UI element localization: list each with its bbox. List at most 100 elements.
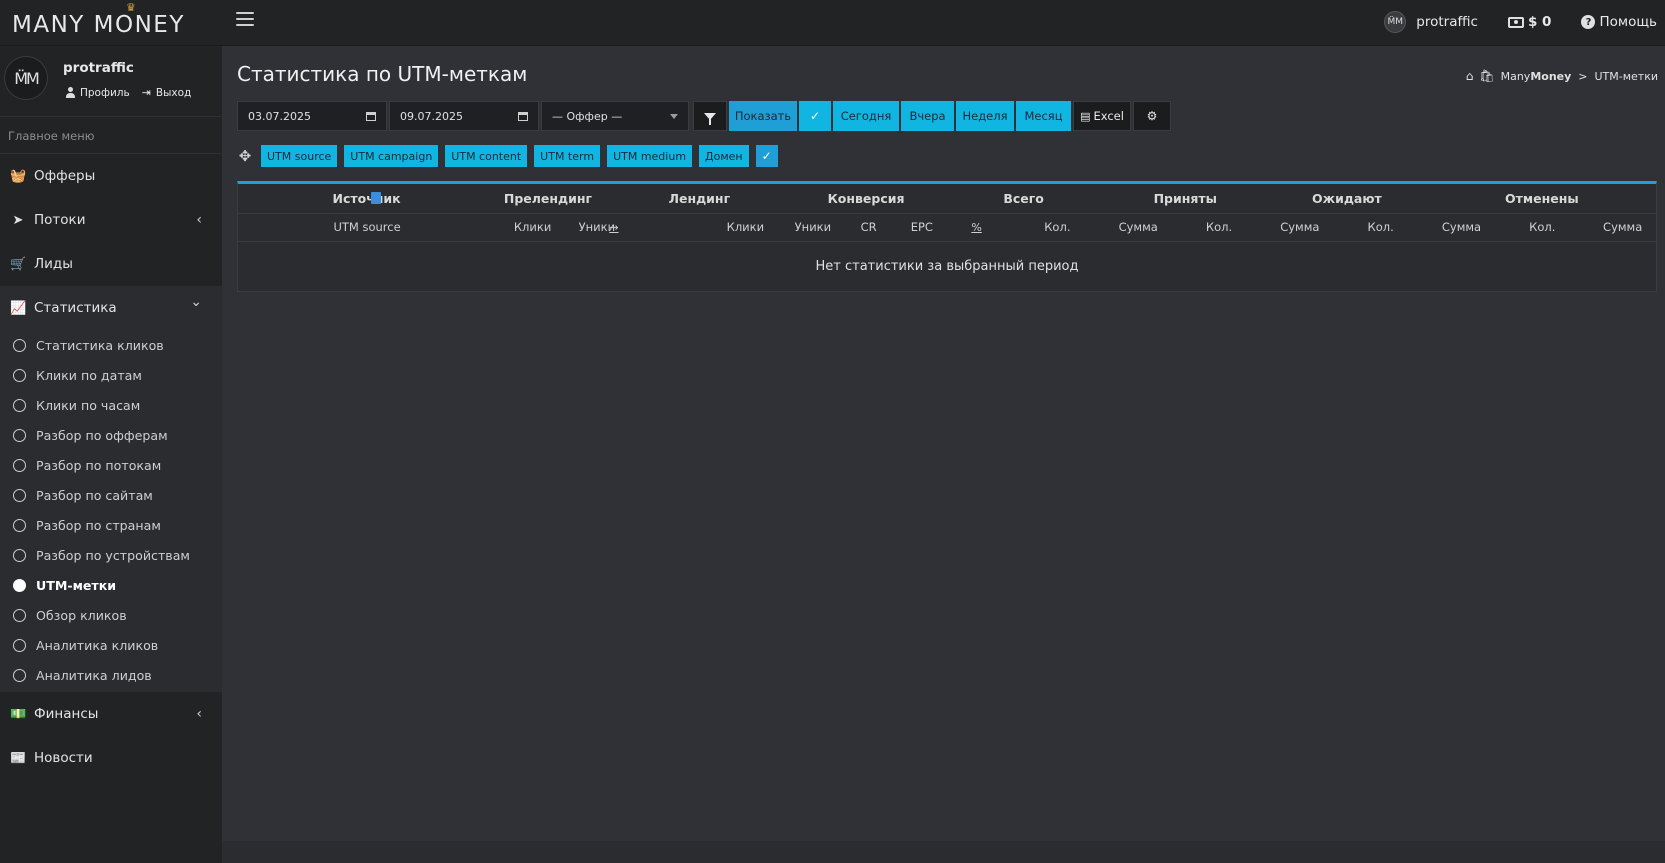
submenu-item-active[interactable]: UTM-метки bbox=[0, 570, 222, 600]
question-icon: ? bbox=[1581, 15, 1596, 29]
col-total-sum[interactable]: Сумма bbox=[1104, 213, 1172, 242]
basket-icon: 🧺 bbox=[10, 168, 27, 184]
empty-message: Нет статистики за выбранный период bbox=[815, 259, 1079, 275]
utm-content-tag[interactable]: UTM content bbox=[445, 145, 528, 167]
submenu-item-label: Разбор по странам bbox=[36, 517, 161, 533]
col-land-clicks[interactable]: Клики bbox=[701, 213, 790, 242]
col-pre-uniques[interactable]: Уники bbox=[578, 213, 615, 242]
top-user-menu[interactable]: M̈M protraffic bbox=[1384, 11, 1478, 33]
top-username: protraffic bbox=[1416, 14, 1478, 30]
avatar: M̈M bbox=[1384, 11, 1407, 33]
col-cancelled-count[interactable]: Кол. bbox=[1495, 213, 1590, 242]
sidebar-item-finance[interactable]: 💵 Финансы ‹ bbox=[0, 692, 222, 736]
arrow-right-icon: → bbox=[609, 221, 619, 234]
check-all-button[interactable]: ✓ bbox=[799, 101, 831, 131]
user-icon bbox=[65, 87, 75, 98]
col-epc[interactable]: EPC bbox=[900, 213, 943, 242]
home-icon[interactable]: ⌂ bbox=[1466, 69, 1474, 83]
footer bbox=[222, 841, 1665, 863]
col-utm-source[interactable]: UTM source bbox=[238, 213, 401, 242]
logout-icon: ⇥ bbox=[141, 86, 151, 99]
today-button[interactable]: Сегодня bbox=[833, 101, 899, 131]
settings-button[interactable]: ⚙ bbox=[1133, 101, 1171, 131]
balance-widget[interactable]: $ 0 bbox=[1507, 14, 1551, 30]
week-button[interactable]: Неделя bbox=[956, 101, 1014, 131]
col-cr[interactable]: CR bbox=[836, 213, 901, 242]
date-from-input[interactable]: 03.07.2025 bbox=[237, 101, 387, 131]
submenu-item[interactable]: Статистика кликов bbox=[0, 330, 222, 360]
th-prelanding: Прелендинг bbox=[486, 184, 610, 214]
breadcrumb-brand[interactable]: ManyMoney bbox=[1501, 70, 1572, 83]
submenu-item[interactable]: Аналитика лидов bbox=[0, 660, 222, 690]
col-percent[interactable]: % bbox=[942, 213, 1011, 242]
sidebar-item-streams[interactable]: ➤ Потоки ‹ bbox=[0, 198, 222, 242]
col-accepted-sum[interactable]: Сумма bbox=[1266, 213, 1334, 242]
circle-icon bbox=[13, 488, 26, 502]
help-link[interactable]: ? Помощь bbox=[1581, 14, 1657, 30]
sidebar-item-offers[interactable]: 🧺 Офферы bbox=[0, 154, 222, 198]
submenu-item[interactable]: Клики по часам bbox=[0, 390, 222, 420]
chevron-down-icon: ⌄ bbox=[190, 294, 202, 310]
breadcrumb-current: UTM-метки bbox=[1594, 69, 1659, 83]
col-total-count[interactable]: Кол. bbox=[1010, 213, 1105, 242]
logout-link[interactable]: ⇥ Выход bbox=[142, 86, 192, 99]
breadcrumb: ⌂ 🛍 ManyMoney > UTM-метки bbox=[1466, 69, 1658, 83]
submenu-item[interactable]: Разбор по потокам bbox=[0, 450, 222, 480]
submenu-item[interactable]: Аналитика кликов bbox=[0, 630, 222, 660]
offer-select[interactable]: — Оффер — bbox=[541, 101, 689, 131]
move-icon[interactable]: ✥ bbox=[237, 147, 253, 165]
domain-tag[interactable]: Домен bbox=[699, 145, 749, 167]
logo[interactable]: MANY MONEY ♛ bbox=[12, 1, 207, 38]
submenu-item-label: Аналитика кликов bbox=[36, 637, 159, 653]
calendar-icon[interactable] bbox=[518, 111, 528, 121]
yesterday-button[interactable]: Вчера bbox=[901, 101, 954, 131]
col-pre-arrow[interactable]: → bbox=[609, 213, 702, 242]
date-to-value: 09.07.2025 bbox=[400, 109, 463, 123]
logout-label: Выход bbox=[155, 86, 192, 99]
utm-campaign-tag[interactable]: UTM campaign bbox=[344, 145, 439, 167]
utm-medium-tag[interactable]: UTM medium bbox=[607, 145, 693, 167]
circle-icon bbox=[13, 428, 26, 442]
chevron-left-icon: ‹ bbox=[196, 212, 202, 228]
submenu-item[interactable]: Разбор по офферам bbox=[0, 420, 222, 450]
circle-filled-icon bbox=[13, 578, 26, 592]
col-waiting-sum[interactable]: Сумма bbox=[1427, 213, 1496, 242]
submenu-item[interactable]: Обзор кликов bbox=[0, 600, 222, 630]
calendar-icon[interactable] bbox=[366, 111, 376, 121]
show-button[interactable]: Показать bbox=[729, 101, 797, 131]
apply-check-button[interactable]: ✓ bbox=[755, 145, 778, 167]
submenu-item[interactable]: Разбор по странам bbox=[0, 510, 222, 540]
col-pre-clicks[interactable]: Клики bbox=[486, 213, 579, 242]
col-accepted-count[interactable]: Кол. bbox=[1171, 213, 1267, 242]
utm-source-tag[interactable]: UTM source bbox=[261, 145, 338, 167]
circle-icon bbox=[13, 518, 26, 532]
news-icon: 📰 bbox=[10, 750, 27, 766]
submenu-item[interactable]: Клики по датам bbox=[0, 360, 222, 390]
submenu-item[interactable]: Разбор по устройствам bbox=[0, 540, 222, 570]
circle-icon bbox=[13, 398, 26, 412]
stats-table: Источник Прелендинг Лендинг Конверсия Вс… bbox=[237, 181, 1657, 292]
hamburger-menu-icon[interactable] bbox=[236, 12, 254, 28]
th-landing: Лендинг bbox=[609, 184, 790, 214]
sidebar-item-news[interactable]: 📰 Новости bbox=[0, 736, 222, 780]
statistics-submenu: Статистика кликов Клики по датам Клики п… bbox=[0, 330, 222, 692]
excel-button[interactable]: ▤ Excel bbox=[1073, 101, 1131, 131]
submenu-item-label: Разбор по устройствам bbox=[36, 547, 190, 563]
money-icon bbox=[1507, 16, 1524, 28]
submenu-item[interactable]: Разбор по сайтам bbox=[0, 480, 222, 510]
date-to-input[interactable]: 09.07.2025 bbox=[389, 101, 539, 131]
circle-icon bbox=[13, 368, 26, 382]
submenu-item-label: Аналитика лидов bbox=[36, 667, 152, 683]
col-waiting-count[interactable]: Кол. bbox=[1333, 213, 1428, 242]
sidebar-item-statistics[interactable]: 📈 Статистика ⌄ bbox=[0, 286, 222, 330]
month-button[interactable]: Месяц bbox=[1016, 101, 1071, 131]
profile-link[interactable]: Профиль bbox=[65, 86, 130, 99]
sidebar-item-leads[interactable]: 🛒 Лиды bbox=[0, 242, 222, 286]
col-cancelled-sum[interactable]: Сумма bbox=[1589, 213, 1656, 242]
date-from-value: 03.07.2025 bbox=[248, 109, 311, 123]
document-icon[interactable] bbox=[370, 191, 381, 204]
filter-button[interactable] bbox=[693, 101, 727, 131]
caret-down-icon bbox=[670, 113, 678, 119]
utm-term-tag[interactable]: UTM term bbox=[534, 145, 601, 167]
col-land-uniques[interactable]: Уники bbox=[789, 213, 837, 242]
